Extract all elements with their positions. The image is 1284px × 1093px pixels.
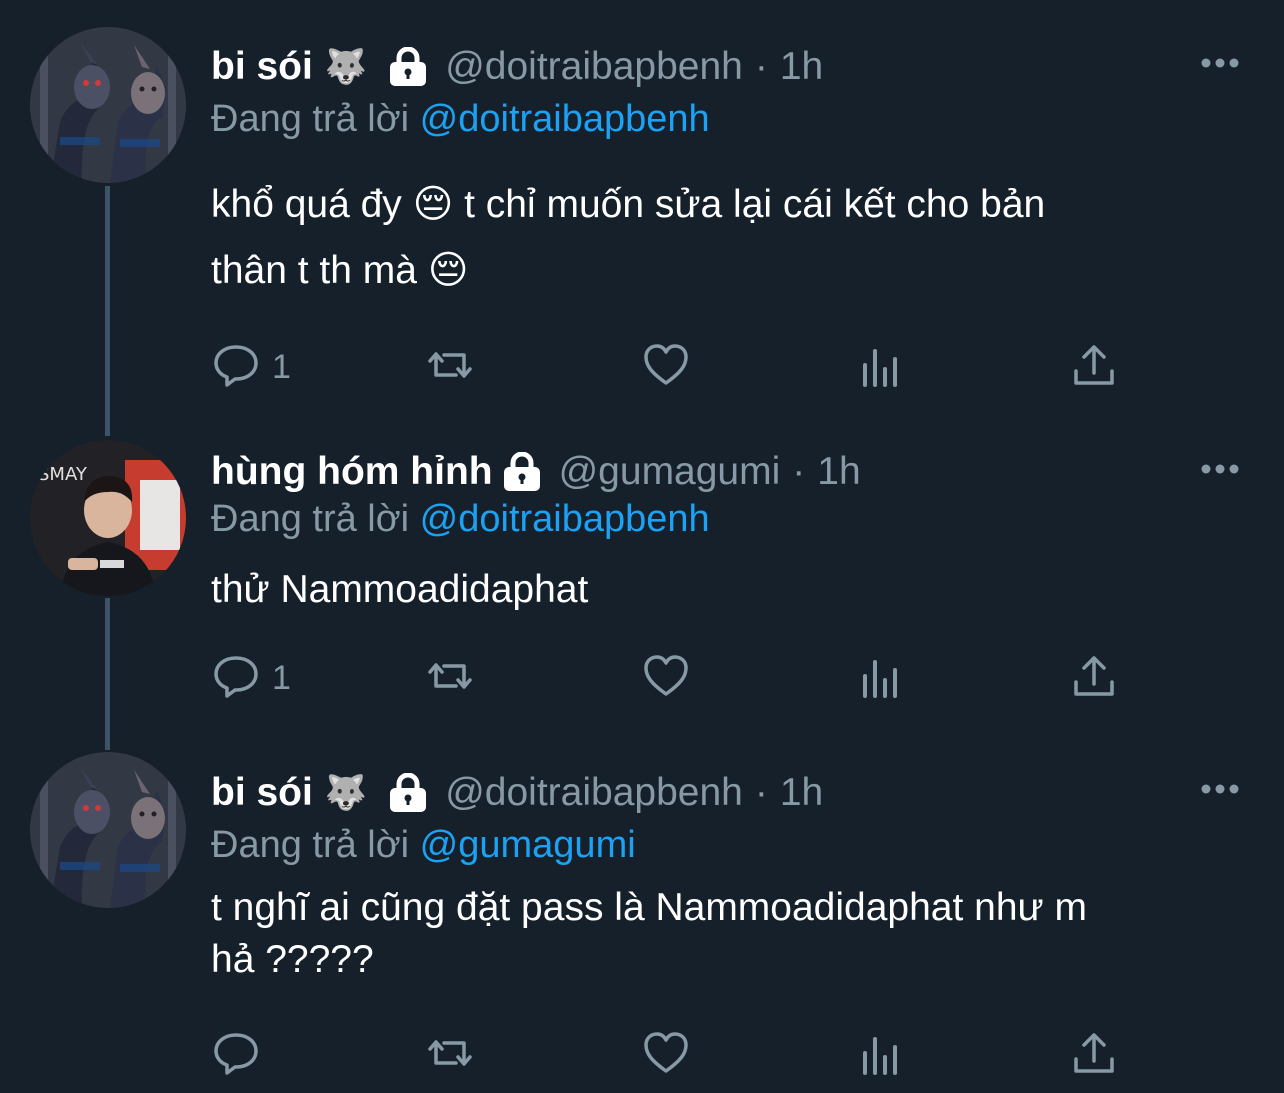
share-icon	[1070, 652, 1118, 705]
tweet-text: khổ quá đy 😔 t chỉ muốn sửa lại cái kết …	[211, 172, 1251, 304]
replying-to: Đang trả lời @doitraibapbenh	[211, 98, 710, 141]
tweet[interactable]: bi sói 🐺 @doitraibapbenh · 1h Đang trả l…	[0, 740, 1284, 1093]
svg-text:SMAY: SMAY	[38, 464, 88, 485]
tweet-actions: 1	[212, 653, 1132, 703]
share-button[interactable]	[1070, 1030, 1118, 1080]
more-icon[interactable]	[1200, 56, 1240, 70]
user-handle[interactable]: @doitraibapbenh	[445, 771, 743, 815]
tweet[interactable]: bi sói 🐺 @doitraibapbenh · 1h Đang trả l…	[0, 0, 1284, 420]
mention-link[interactable]: @gumagumi	[420, 824, 636, 866]
reply-button[interactable]: 1	[212, 653, 291, 703]
tweet-text-line: hả ?????	[211, 938, 374, 981]
retweet-icon	[426, 652, 474, 705]
timestamp[interactable]: 1h	[817, 450, 860, 494]
reply-count: 1	[272, 658, 291, 697]
tweet-thread: bi sói 🐺 @doitraibapbenh · 1h Đang trả l…	[0, 0, 1284, 1093]
wolf-emoji: 🐺	[324, 774, 368, 812]
share-button[interactable]	[1070, 653, 1118, 703]
tweet-header: bi sói 🐺 @doitraibapbenh · 1h	[211, 768, 823, 818]
wolf-avatar-icon[interactable]	[30, 752, 186, 908]
replying-to: Đang trả lời @gumagumi	[211, 824, 636, 867]
like-button[interactable]	[642, 342, 690, 392]
tweet-text-line: t nghĩ ai cũng đặt pass là Nammoadidapha…	[211, 886, 1087, 929]
analytics-button[interactable]	[857, 653, 905, 703]
like-button[interactable]	[642, 1030, 690, 1080]
tweet-header: bi sói 🐺 @doitraibapbenh · 1h	[211, 42, 823, 92]
tweet-text-line: thân t th mà 😔	[211, 249, 469, 292]
tweet-actions: 1	[212, 342, 1132, 392]
tweet-actions	[212, 1030, 1132, 1080]
retweet-button[interactable]	[426, 1030, 474, 1080]
reply-icon	[212, 341, 260, 394]
display-name[interactable]: hùng hóm hỉnh	[211, 450, 493, 494]
share-icon	[1070, 341, 1118, 394]
separator-dot: ·	[754, 771, 768, 814]
reply-button[interactable]	[212, 1030, 272, 1080]
replying-prefix: Đang trả lời	[211, 498, 410, 540]
lock-icon	[387, 46, 429, 87]
like-button[interactable]	[642, 653, 690, 703]
separator-dot: ·	[792, 450, 806, 493]
mention-link[interactable]: @doitraibapbenh	[420, 98, 710, 140]
display-name[interactable]: bi sói	[211, 771, 313, 815]
lock-icon	[501, 451, 543, 492]
analytics-button[interactable]	[857, 1030, 905, 1080]
wolf-emoji: 🐺	[324, 48, 368, 86]
tweet-text: t nghĩ ai cũng đặt pass là Nammoadidapha…	[211, 882, 1251, 986]
analytics-button[interactable]	[857, 342, 905, 392]
reply-button[interactable]: 1	[212, 342, 291, 392]
reply-count: 1	[272, 347, 291, 386]
display-name[interactable]: bi sói	[211, 45, 313, 89]
retweet-icon	[426, 1029, 474, 1082]
reply-icon	[212, 1029, 260, 1082]
tweet[interactable]: SMAY hùng hóm hỉnh @gumagumi · 1h Đang t…	[0, 420, 1284, 740]
mention-link[interactable]: @doitraibapbenh	[420, 498, 710, 540]
timestamp[interactable]: 1h	[780, 45, 823, 89]
user-handle[interactable]: @doitraibapbenh	[445, 45, 743, 89]
analytics-icon	[857, 652, 905, 705]
more-icon[interactable]	[1200, 462, 1240, 476]
share-button[interactable]	[1070, 342, 1118, 392]
replying-prefix: Đang trả lời	[211, 98, 410, 140]
separator-dot: ·	[754, 45, 768, 88]
user-handle[interactable]: @gumagumi	[559, 450, 781, 494]
analytics-icon	[857, 341, 905, 394]
retweet-icon	[426, 341, 474, 394]
timestamp[interactable]: 1h	[780, 771, 823, 815]
heart-icon	[642, 1029, 690, 1082]
heart-icon	[642, 341, 690, 394]
retweet-button[interactable]	[426, 342, 474, 392]
reply-icon	[212, 652, 260, 705]
tweet-text-line: khổ quá đy 😔 t chỉ muốn sửa lại cái kết …	[211, 183, 1046, 226]
retweet-button[interactable]	[426, 653, 474, 703]
analytics-icon	[857, 1029, 905, 1082]
share-icon	[1070, 1029, 1118, 1082]
tweet-text-line: thử Nammoadidaphat	[211, 568, 589, 611]
lock-icon	[387, 772, 429, 813]
more-icon[interactable]	[1200, 782, 1240, 796]
replying-to: Đang trả lời @doitraibapbenh	[211, 498, 710, 541]
person-avatar-icon[interactable]: SMAY	[30, 440, 186, 596]
wolf-avatar-icon[interactable]	[30, 27, 186, 183]
tweet-header: hùng hóm hỉnh @gumagumi · 1h	[211, 447, 861, 497]
replying-prefix: Đang trả lời	[211, 824, 410, 866]
heart-icon	[642, 652, 690, 705]
tweet-text: thử Nammoadidaphat	[211, 557, 1251, 623]
